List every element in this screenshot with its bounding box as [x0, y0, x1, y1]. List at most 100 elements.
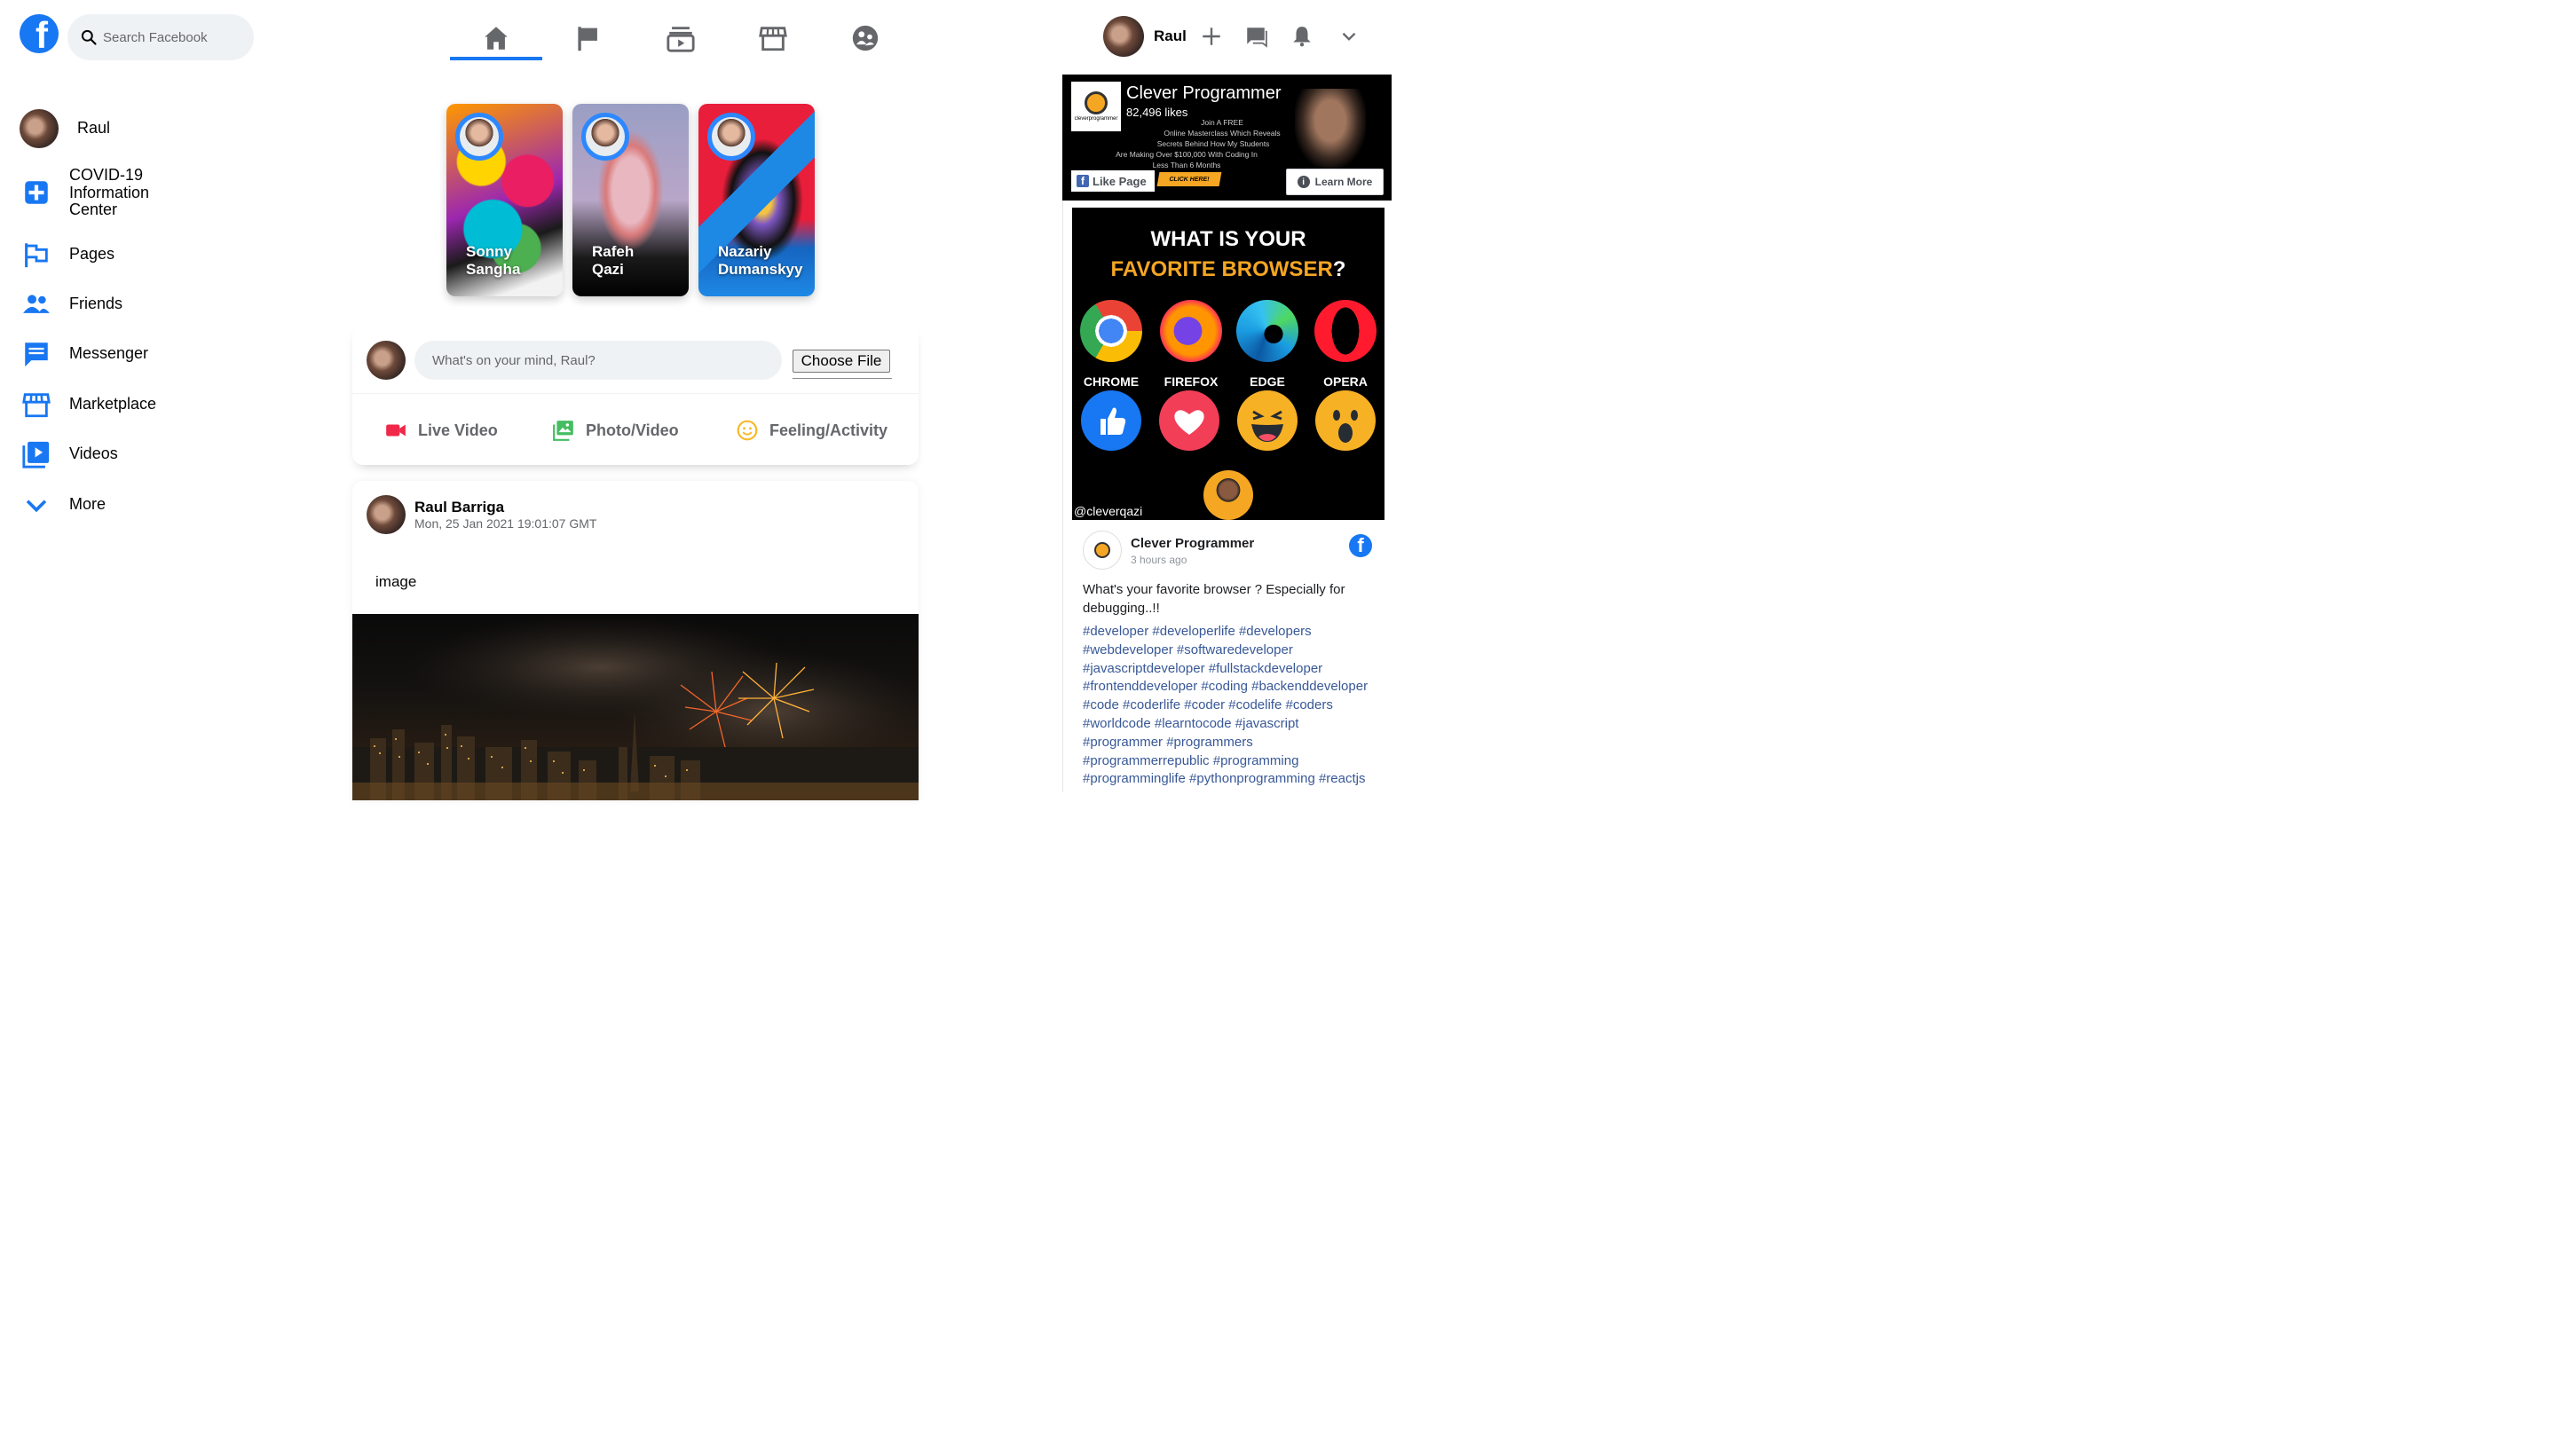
plus-box-icon	[20, 176, 53, 209]
live-video-button[interactable]: Live Video	[384, 419, 498, 442]
post-time[interactable]: 3 hours ago	[1131, 554, 1187, 566]
avatar	[20, 109, 59, 148]
firefox-icon	[1160, 300, 1222, 362]
info-icon: i	[1297, 176, 1310, 188]
story-card[interactable]: Rafeh Qazi	[572, 104, 689, 296]
ad-page-name[interactable]: Clever Programmer	[1126, 83, 1281, 104]
like-page-button[interactable]: f Like Page	[1071, 170, 1155, 192]
sidebar-item-label: Messenger	[69, 344, 149, 363]
nav-pages[interactable]	[542, 16, 635, 60]
post-image[interactable]	[352, 614, 919, 800]
nav-home[interactable]	[450, 16, 542, 60]
home-icon	[485, 27, 508, 50]
browser-firefox: FIREFOX	[1154, 300, 1228, 389]
creator-handle: @cleverqazi	[1074, 504, 1143, 518]
store-icon	[759, 27, 787, 51]
top-navbar: f Search Facebook Raul	[0, 0, 1392, 75]
edge-icon	[1236, 300, 1298, 362]
page-avatar[interactable]	[1083, 531, 1122, 570]
sidebar-item-messenger[interactable]: Messenger	[20, 337, 148, 371]
facebook-logo-icon[interactable]: f	[20, 14, 59, 53]
status-input[interactable]	[414, 341, 782, 380]
sidebar-item-label: Friends	[69, 295, 123, 313]
notifications-button[interactable]	[1289, 23, 1315, 50]
learn-more-button[interactable]: i Learn More	[1286, 169, 1384, 195]
creator-avatar	[1203, 470, 1253, 520]
hashtags[interactable]: #developer #developerlife #developers #w…	[1083, 623, 1377, 789]
sidebar-item-label: Marketplace	[69, 395, 157, 413]
photo-icon	[553, 421, 573, 441]
story-name: Nazariy Dumanskyy	[718, 243, 803, 278]
photo-video-button[interactable]: Photo/Video	[552, 419, 679, 442]
bell-icon	[1293, 27, 1311, 47]
story-avatar	[581, 113, 629, 161]
sidebar-item-friends[interactable]: Friends	[20, 287, 122, 321]
chevron-down-icon	[20, 488, 53, 522]
browser-poll-image[interactable]: WHAT IS YOUR FAVORITE BROWSER? CHROME FI…	[1072, 208, 1384, 520]
header-user-name: Raul	[1154, 28, 1187, 44]
feeling-activity-label: Feeling/Activity	[769, 421, 888, 439]
avatar[interactable]	[367, 495, 406, 534]
sponsored-ad[interactable]: cleverprogrammer Clever Programmer 82,49…	[1062, 75, 1392, 201]
video-icon	[20, 437, 53, 471]
sidebar-item-label: COVID-19 Information Center	[69, 166, 150, 218]
sidebar-item-marketplace[interactable]: Marketplace	[20, 388, 156, 421]
nav-watch[interactable]	[635, 16, 727, 60]
opera-icon	[1314, 300, 1377, 362]
sidebar-item-profile[interactable]: Raul	[20, 109, 110, 148]
post-author[interactable]: Raul Barriga	[414, 499, 504, 516]
video-camera-icon	[386, 424, 406, 437]
create-button[interactable]	[1198, 23, 1225, 50]
sidebar-item-videos[interactable]: Videos	[20, 437, 118, 471]
avatar	[367, 341, 406, 380]
feeling-activity-button[interactable]: Feeling/Activity	[736, 419, 888, 442]
live-video-label: Live Video	[418, 421, 498, 439]
facebook-f-icon: f	[1077, 175, 1089, 187]
sidebar-item-label: Pages	[69, 245, 115, 264]
sidebar-item-label: Videos	[69, 445, 118, 463]
search-bar[interactable]	[67, 14, 254, 60]
browser-chrome: CHROME	[1074, 300, 1148, 389]
sidebar-item-label: Raul	[77, 119, 111, 138]
story-card[interactable]: Sonny Sangha	[446, 104, 563, 296]
flag-icon	[20, 238, 53, 272]
nav-groups[interactable]	[819, 16, 911, 60]
messenger-button[interactable]	[1242, 23, 1269, 50]
story-card[interactable]: Nazariy Dumanskyy	[698, 104, 815, 296]
watch-icon	[667, 27, 695, 52]
store-icon	[20, 388, 53, 421]
sidebar-item-pages[interactable]: Pages	[20, 238, 114, 272]
poll-title-line1: WHAT IS YOUR	[1150, 227, 1306, 251]
story-name: Sonny Sangha	[466, 243, 521, 278]
click-here-badge: CLICK HERE!	[1156, 172, 1222, 186]
chevron-down-icon	[1342, 32, 1356, 41]
composer-actions: Live Video Photo/Video Feeling/Activity	[352, 394, 919, 465]
choose-file-button[interactable]: Choose File	[793, 350, 890, 373]
composer-top: Choose File	[352, 325, 919, 394]
story-avatar	[455, 113, 503, 161]
page-name[interactable]: Clever Programmer	[1131, 536, 1254, 551]
like-reaction-icon	[1081, 390, 1141, 451]
nav-marketplace[interactable]	[727, 16, 819, 60]
plus-icon	[1203, 28, 1220, 45]
embedded-post-header: Clever Programmer 3 hours ago f	[1083, 531, 1376, 571]
sidebar-item-covid[interactable]: COVID-19 Information Center	[20, 166, 176, 219]
post-timestamp: Mon, 25 Jan 2021 19:01:07 GMT	[414, 516, 597, 531]
ad-blurb: Join A FREE Online Masterclass Which Rev…	[1116, 118, 1281, 169]
embedded-post: WHAT IS YOUR FAVORITE BROWSER? CHROME FI…	[1062, 201, 1392, 792]
search-input[interactable]	[103, 29, 245, 45]
groups-icon	[852, 25, 879, 51]
profile-button[interactable]: Raul	[1103, 16, 1187, 57]
facebook-logo-icon[interactable]: f	[1349, 534, 1372, 557]
fireworks-cityscape-image	[352, 614, 919, 800]
chat-icon	[1247, 28, 1267, 48]
browser-opera: OPERA	[1308, 300, 1383, 389]
browser-edge: EDGE	[1230, 300, 1305, 389]
avatar	[1103, 16, 1144, 57]
account-menu-button[interactable]	[1336, 23, 1362, 50]
haha-reaction-icon	[1237, 390, 1298, 451]
smiley-icon	[737, 420, 758, 441]
post-composer: Choose File Live Video Photo/Video	[352, 325, 919, 465]
sidebar-item-more[interactable]: More	[20, 488, 106, 522]
ad-person-image	[1295, 89, 1366, 169]
